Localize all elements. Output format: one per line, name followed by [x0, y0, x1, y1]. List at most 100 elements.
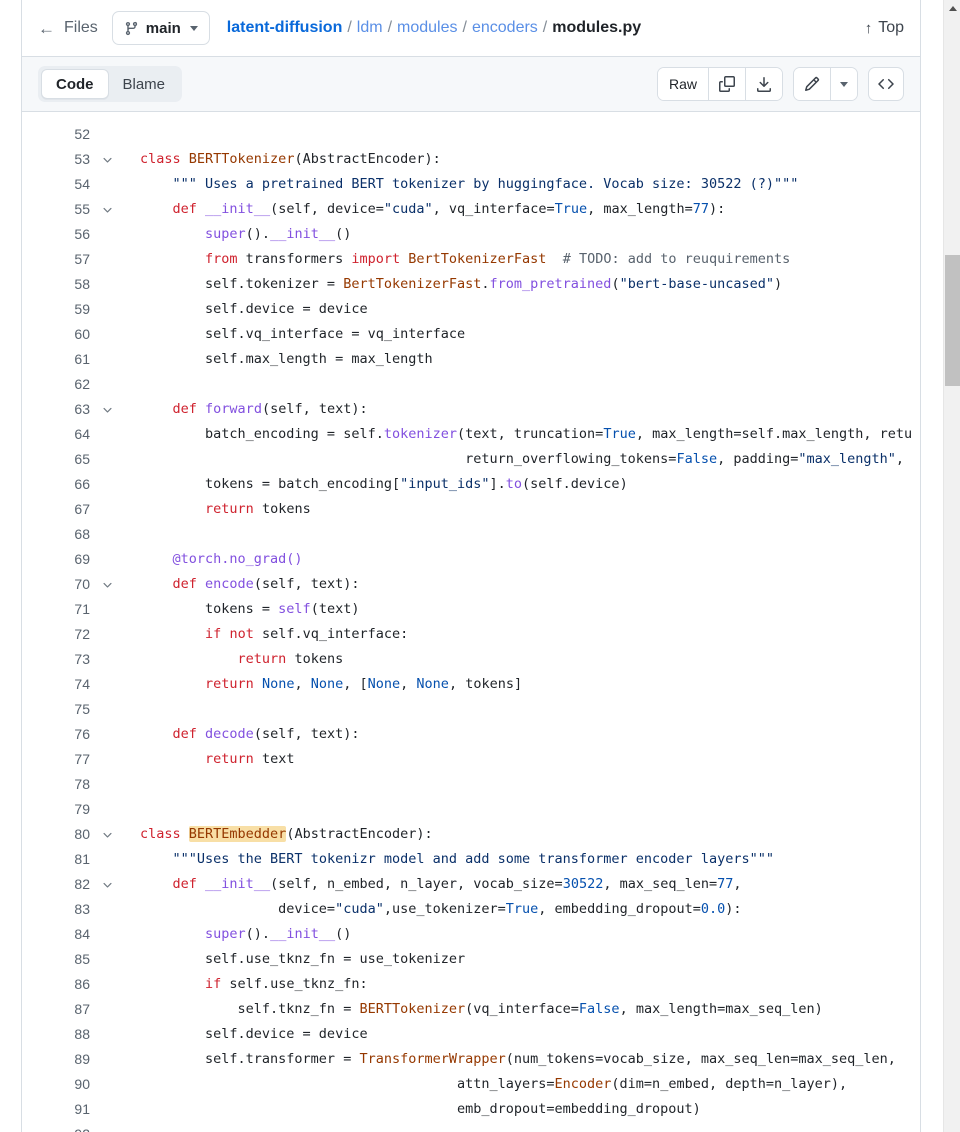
line-number[interactable]: 84: [22, 922, 94, 947]
line-number[interactable]: 78: [22, 772, 94, 797]
line-number[interactable]: 89: [22, 1047, 94, 1072]
code-line: 87 self.tknz_fn = BERTTokenizer(vq_inter…: [22, 997, 920, 1022]
line-number[interactable]: 70: [22, 572, 94, 597]
breadcrumb-dir-2[interactable]: encoders: [472, 19, 538, 37]
scrollbar-up-button[interactable]: [944, 2, 960, 14]
code-line-text: return None, None, [None, None, tokens]: [205, 676, 523, 692]
line-number[interactable]: 91: [22, 1097, 94, 1122]
line-number[interactable]: 88: [22, 1022, 94, 1047]
line-number[interactable]: 83: [22, 897, 94, 922]
line-number[interactable]: 68: [22, 522, 94, 547]
code-line-text: """Uses the BERT tokenizr model and add …: [172, 851, 774, 867]
breadcrumb-dir-0[interactable]: ldm: [357, 19, 383, 37]
line-number[interactable]: 59: [22, 297, 94, 322]
line-number[interactable]: 81: [22, 847, 94, 872]
line-number[interactable]: 87: [22, 997, 94, 1022]
breadcrumb-repo[interactable]: latent-diffusion: [227, 19, 343, 37]
chevron-down-icon[interactable]: [94, 878, 120, 891]
line-number[interactable]: 58: [22, 272, 94, 297]
pencil-icon[interactable]: [794, 68, 831, 100]
code-line: 90 attn_layers=Encoder(dim=n_embed, dept…: [22, 1072, 920, 1097]
code-line-text: class BERTTokenizer(AbstractEncoder):: [140, 151, 441, 167]
line-number[interactable]: 62: [22, 372, 94, 397]
code-line-text: def decode(self, text):: [172, 726, 360, 742]
code-line: 80 class BERTEmbedder(AbstractEncoder):: [22, 822, 920, 847]
view-mode-tabs: Code Blame: [38, 66, 183, 102]
code-line: 75: [22, 697, 920, 722]
files-back-button[interactable]: ← Files: [38, 19, 98, 37]
chevron-down-icon[interactable]: [94, 153, 120, 166]
line-number[interactable]: 63: [22, 397, 94, 422]
edit-dropdown-button[interactable]: [831, 68, 857, 100]
line-number[interactable]: 60: [22, 322, 94, 347]
line-number[interactable]: 75: [22, 697, 94, 722]
branch-name: main: [145, 19, 181, 37]
code-line: 65 return_overflowing_tokens=False, padd…: [22, 447, 920, 472]
line-number[interactable]: 53: [22, 147, 94, 172]
line-number[interactable]: 55: [22, 197, 94, 222]
line-number[interactable]: 64: [22, 422, 94, 447]
scrollbar-thumb[interactable]: [945, 255, 960, 386]
line-number[interactable]: 56: [22, 222, 94, 247]
code-line-text: if self.use_tknz_fn:: [205, 976, 368, 992]
line-number[interactable]: 54: [22, 172, 94, 197]
line-number[interactable]: 90: [22, 1072, 94, 1097]
code-line: 81 """Uses the BERT tokenizr model and a…: [22, 847, 920, 872]
chevron-down-icon: [189, 25, 198, 31]
breadcrumb-separator: /: [462, 19, 467, 36]
code-brackets-icon[interactable]: [868, 67, 904, 101]
line-number[interactable]: 82: [22, 872, 94, 897]
chevron-down-icon[interactable]: [94, 828, 120, 841]
code-line-text: class BERTEmbedder(AbstractEncoder):: [140, 826, 433, 842]
line-number[interactable]: 52: [22, 122, 94, 147]
breadcrumb-dir-1[interactable]: modules: [397, 19, 457, 37]
top-button[interactable]: ↑ Top: [865, 19, 904, 37]
line-number[interactable]: 80: [22, 822, 94, 847]
branch-selector[interactable]: main: [111, 11, 210, 45]
toolbar-actions: Raw: [656, 67, 904, 101]
code-line: 91 emb_dropout=embedding_dropout): [22, 1097, 920, 1122]
code-line: 61 self.max_length = max_length: [22, 347, 920, 372]
chevron-down-icon[interactable]: [94, 403, 120, 416]
line-number[interactable]: 76: [22, 722, 94, 747]
line-number[interactable]: 71: [22, 597, 94, 622]
code-viewer[interactable]: 52 53 class BERTTokenizer(AbstractEncoder)…: [22, 112, 920, 1132]
code-line: 89 self.transformer = TransformerWrapper…: [22, 1047, 920, 1072]
line-number[interactable]: 86: [22, 972, 94, 997]
line-number[interactable]: 72: [22, 622, 94, 647]
code-line-text: tokens = batch_encoding["input_ids"].to(…: [140, 476, 628, 492]
raw-button[interactable]: Raw: [657, 68, 709, 100]
code-line: 88 self.device = device: [22, 1022, 920, 1047]
code-line-text: self.tknz_fn = BERTTokenizer(vq_interfac…: [140, 1001, 823, 1017]
breadcrumb-separator: /: [542, 19, 548, 36]
code-line-list: 52 53 class BERTTokenizer(AbstractEncoder)…: [22, 112, 920, 1132]
code-line: 64 batch_encoding = self.tokenizer(text,…: [22, 422, 920, 447]
code-line: 82 def __init__(self, n_embed, n_layer, …: [22, 872, 920, 897]
page-scrollbar[interactable]: [943, 0, 960, 1132]
line-number[interactable]: 57: [22, 247, 94, 272]
line-number[interactable]: 67: [22, 497, 94, 522]
chevron-down-icon[interactable]: [94, 203, 120, 216]
line-number[interactable]: 61: [22, 347, 94, 372]
line-number[interactable]: 69: [22, 547, 94, 572]
tab-code[interactable]: Code: [41, 69, 109, 99]
copy-icon[interactable]: [709, 68, 746, 100]
code-line: 74 return None, None, [None, None, token…: [22, 672, 920, 697]
files-back-label: Files: [64, 19, 98, 36]
code-line-text: if not self.vq_interface:: [205, 626, 409, 642]
line-number[interactable]: 74: [22, 672, 94, 697]
line-number[interactable]: 65: [22, 447, 94, 472]
code-line-text: attn_layers=Encoder(dim=n_embed, depth=n…: [140, 1076, 848, 1092]
line-number[interactable]: 92: [22, 1122, 94, 1132]
download-icon[interactable]: [746, 68, 782, 100]
code-line-text: super().__init__(): [205, 226, 352, 242]
chevron-down-icon[interactable]: [94, 578, 120, 591]
line-number[interactable]: 85: [22, 947, 94, 972]
line-number[interactable]: 73: [22, 647, 94, 672]
line-number[interactable]: 79: [22, 797, 94, 822]
breadcrumb-separator: /: [387, 19, 393, 36]
line-number[interactable]: 66: [22, 472, 94, 497]
tab-blame[interactable]: Blame: [109, 69, 180, 99]
line-number[interactable]: 77: [22, 747, 94, 772]
code-line-text: from transformers import BertTokenizerFa…: [205, 251, 791, 267]
